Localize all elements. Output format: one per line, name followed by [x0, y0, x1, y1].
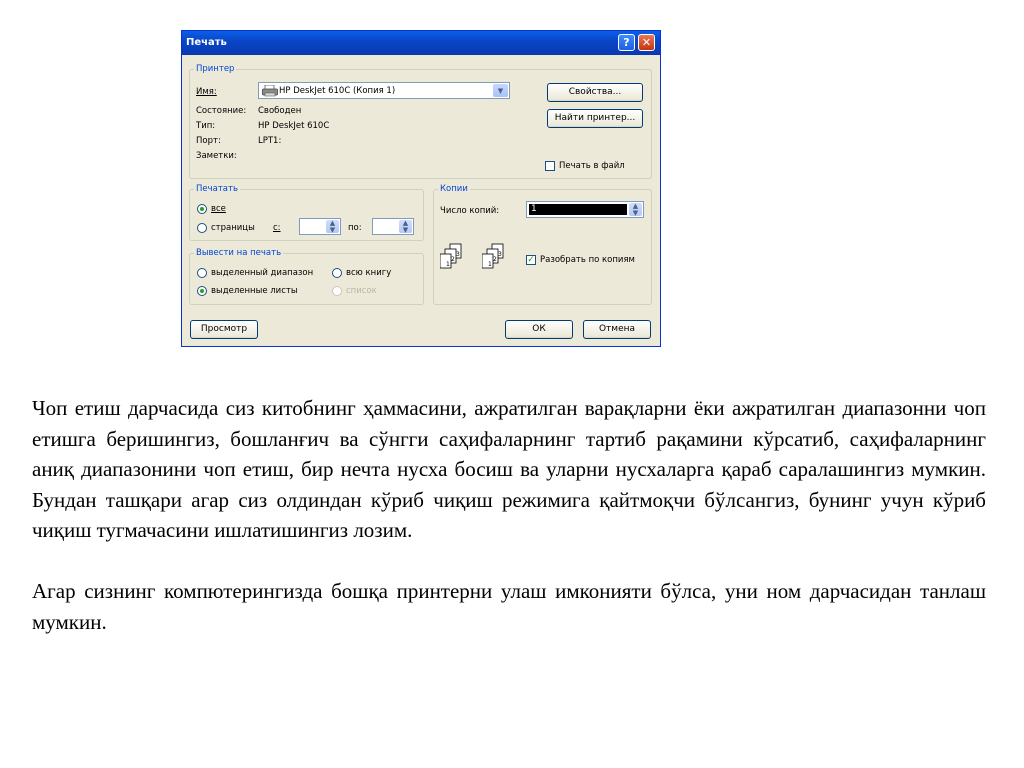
type-value: HP DeskJet 610C [258, 121, 330, 131]
range-all-label[interactable]: все [211, 204, 226, 214]
active-sheets-radio[interactable] [197, 286, 207, 296]
cancel-button[interactable]: Отмена [583, 320, 651, 339]
print-to-file-checkbox[interactable] [545, 161, 555, 171]
spin-updown-icon[interactable]: ▲ ▼ [399, 220, 412, 234]
copies-count-value: 1 [531, 204, 537, 214]
properties-button[interactable]: Свойства... [547, 83, 643, 102]
copies-count-label: Число копий: [440, 206, 500, 216]
copies-legend: Копии [438, 184, 470, 194]
status-label: Состояние: [196, 106, 247, 116]
preview-button[interactable]: Просмотр [190, 320, 258, 339]
range-to-input[interactable]: ▲ ▼ [372, 218, 414, 235]
collate-label[interactable]: Разобрать по копиям [540, 255, 635, 265]
collate-pages-icon: 321 [481, 243, 524, 275]
spin-updown-icon[interactable]: ▲ ▼ [629, 203, 642, 217]
active-sheets-label[interactable]: выделенные листы [211, 286, 298, 296]
type-label: Тип: [196, 121, 216, 131]
status-value: Свободен [258, 106, 302, 116]
range-from-input[interactable]: ▲ ▼ [299, 218, 341, 235]
printer-name-label: Имя: [196, 87, 217, 97]
find-printer-button[interactable]: Найти принтер... [547, 109, 643, 128]
ok-button[interactable]: ОК [505, 320, 573, 339]
list-radio [332, 286, 342, 296]
selection-radio[interactable] [197, 268, 207, 278]
copies-count-input[interactable]: 1 ▲ ▼ [526, 201, 644, 218]
collate-checkbox[interactable]: ✓ [526, 255, 536, 265]
port-value: LPT1: [258, 136, 282, 146]
svg-text:1: 1 [446, 261, 450, 268]
printer-name-value: HP DeskJet 610C (Копия 1) [279, 86, 396, 96]
range-pages-label[interactable]: страницы [211, 223, 255, 233]
close-button[interactable]: ✕ [638, 34, 655, 51]
print-what-legend: Вывести на печать [194, 248, 284, 258]
title-bar[interactable]: Печать ? ✕ [182, 31, 660, 55]
printer-name-select[interactable]: HP DeskJet 610C (Копия 1) ▼ [258, 82, 510, 99]
svg-text:1: 1 [488, 261, 492, 268]
spin-updown-icon[interactable]: ▲ ▼ [326, 220, 339, 234]
whole-book-label[interactable]: всю книгу [346, 268, 391, 278]
print-to-file-label[interactable]: Печать в файл [559, 161, 625, 171]
range-all-radio[interactable] [197, 204, 207, 214]
printer-legend: Принтер [194, 64, 237, 74]
help-button[interactable]: ? [618, 34, 635, 51]
svg-text:2: 2 [493, 256, 497, 263]
selection-label[interactable]: выделенный диапазон [211, 268, 313, 278]
list-label: список [346, 286, 377, 296]
svg-text:3: 3 [498, 251, 502, 258]
port-label: Порт: [196, 136, 221, 146]
range-to-label: по: [348, 223, 362, 233]
body-paragraph-1: Чоп етиш дарчасида сиз китобнинг ҳаммаси… [32, 396, 986, 542]
range-from-label: с: [273, 223, 281, 233]
print-dialog: Печать ? ✕ Принтер Имя: HP DeskJet 610C … [181, 30, 661, 347]
collate-pages-icon: 321 [439, 243, 482, 275]
body-paragraph-2: Агар сизнинг компютерингизда бошқа принт… [32, 579, 986, 634]
dialog-title: Печать [186, 37, 227, 48]
copies-count-field: 1 [529, 204, 627, 215]
printer-icon [262, 84, 278, 100]
svg-text:3: 3 [456, 251, 460, 258]
notes-label: Заметки: [196, 151, 237, 161]
chevron-down-icon[interactable]: ▼ [493, 84, 508, 97]
print-what-group: Вывести на печать [189, 248, 424, 305]
range-pages-radio[interactable] [197, 223, 207, 233]
print-range-legend: Печатать [194, 184, 240, 194]
whole-book-radio[interactable] [332, 268, 342, 278]
svg-text:2: 2 [451, 256, 455, 263]
